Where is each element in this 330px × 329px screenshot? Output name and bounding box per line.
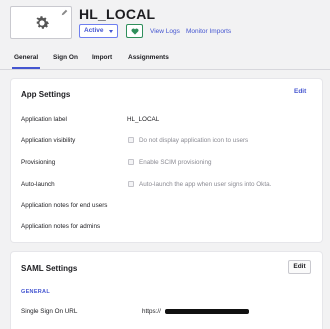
notes-admins-label: Application notes for admins [21, 223, 101, 230]
visibility-option-text: Do not display application icon to users [139, 137, 249, 144]
status-label: Active [84, 27, 104, 34]
visibility-checkbox[interactable] [128, 137, 134, 143]
sso-url-value: https:// [142, 308, 161, 315]
app-header: HL_LOCAL Active View Logs Monitor Import… [0, 0, 330, 70]
saml-settings-title: SAML Settings [21, 264, 78, 273]
tab-assignments[interactable]: Assignments [128, 54, 169, 61]
saml-settings-card: SAML Settings Edit GENERAL Single Sign O… [11, 252, 322, 329]
app-settings-edit-button[interactable]: Edit [294, 88, 306, 95]
provisioning-option-text: Enable SCIM provisioning [139, 159, 212, 166]
gear-icon [36, 16, 50, 29]
auto-launch-checkbox[interactable] [128, 181, 134, 187]
pencil-icon[interactable] [61, 9, 68, 16]
tab-general[interactable]: General [11, 54, 41, 69]
view-logs-link[interactable]: View Logs [150, 28, 180, 35]
application-label-label: Application label [21, 116, 67, 123]
provisioning-label: Provisioning [21, 159, 56, 166]
auto-launch-option-text: Auto-launch the app when user signs into… [139, 181, 272, 188]
application-visibility-label: Application visibility [21, 137, 76, 144]
tab-import[interactable]: Import [92, 54, 112, 61]
heart-icon [131, 28, 139, 35]
app-logo[interactable] [10, 6, 72, 39]
app-settings-card: App Settings Edit Application label HL_L… [11, 79, 322, 242]
tabs-divider [0, 69, 330, 70]
monitor-imports-link[interactable]: Monitor Imports [186, 28, 231, 35]
status-dropdown[interactable]: Active [79, 24, 118, 38]
redacted-url [165, 309, 249, 314]
chevron-down-icon [109, 30, 113, 33]
sso-url-label: Single Sign On URL [21, 308, 78, 315]
tab-sign-on[interactable]: Sign On [53, 54, 78, 61]
notes-end-users-label: Application notes for end users [21, 202, 108, 209]
push-groups-button[interactable] [126, 24, 143, 38]
saml-settings-edit-button[interactable]: Edit [288, 260, 311, 274]
provisioning-checkbox[interactable] [128, 159, 134, 165]
general-section-label: GENERAL [21, 289, 50, 295]
auto-launch-label: Auto-launch [21, 181, 55, 188]
app-title: HL_LOCAL [79, 6, 156, 22]
application-label-value: HL_LOCAL [127, 116, 160, 123]
app-settings-title: App Settings [21, 90, 71, 99]
